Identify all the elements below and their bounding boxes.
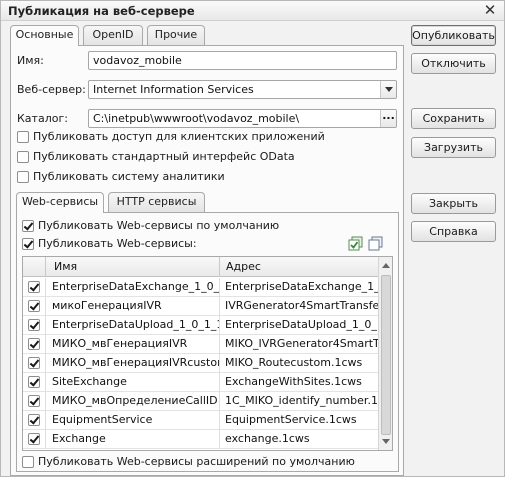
default-services-label: Публиковать Web-сервисы по умолчанию: [38, 219, 280, 232]
row-checkbox[interactable]: [28, 395, 40, 407]
row-name-cell: EnterpriseDataUpload_1_0_1_1: [52, 318, 219, 331]
webserver-value: Internet Information Services: [93, 83, 254, 96]
catalog-field[interactable]: C:\inetpub\wwwroot\vodavoz_mobile\ ...: [88, 109, 397, 128]
row-checkbox[interactable]: [28, 433, 40, 445]
close-icon[interactable]: ✕: [482, 2, 498, 18]
tab-main[interactable]: Основные: [10, 25, 79, 46]
publish-services-checkbox[interactable]: [22, 238, 34, 250]
table-row[interactable]: МИКО_мвГенерацияIVR MIKO_IVRGenerator4Sma…: [23, 335, 378, 354]
tab-openid[interactable]: OpenID: [83, 25, 143, 45]
title-bar: Публикация на веб-сервере ✕: [1, 1, 504, 21]
row-checkbox[interactable]: [28, 319, 40, 331]
disable-button[interactable]: Отключить: [411, 53, 496, 74]
table-row[interactable]: МИКО_мвГенерацияIVRcustom MIKO_Routecusto…: [23, 354, 378, 373]
row-name-cell: микоГенерацияIVR: [52, 299, 162, 312]
scroll-down-arrow-icon[interactable]: [382, 439, 390, 444]
ellipsis-icon[interactable]: ...: [380, 110, 396, 127]
uncheck-all-icon[interactable]: [368, 236, 383, 251]
webserver-select[interactable]: Internet Information Services: [88, 80, 397, 99]
dropdown-arrow-icon[interactable]: [380, 81, 396, 98]
save-button[interactable]: Сохранить: [411, 108, 496, 129]
row-checkbox[interactable]: [28, 357, 40, 369]
row-name-cell: EnterpriseDataExchange_1_0_1...: [52, 280, 219, 293]
name-field[interactable]: vodavoz_mobile: [88, 51, 397, 70]
table-row[interactable]: микоГенерацияIVR IVRGenerator4SmartTransf…: [23, 297, 378, 316]
tab-web-services[interactable]: Web-сервисы: [16, 192, 104, 213]
help-button[interactable]: Справка: [411, 221, 496, 242]
row-checkbox[interactable]: [28, 281, 40, 293]
client-apps-checkbox[interactable]: [17, 131, 29, 143]
default-services-checkbox[interactable]: [22, 220, 34, 232]
row-checkbox[interactable]: [28, 376, 40, 388]
row-name-cell: МИКО_мвОпределениеCallID: [52, 394, 218, 407]
column-address-header[interactable]: Адрес: [223, 257, 378, 277]
scroll-up-arrow-icon[interactable]: [382, 263, 390, 268]
table-row[interactable]: МИКО_мвОпределениеCallID 1C_MIKO_identify…: [23, 392, 378, 411]
tab-http-services[interactable]: HTTP сервисы: [108, 192, 205, 212]
table-row[interactable]: EnterpriseDataExchange_1_0_1... Enterpris…: [23, 278, 378, 297]
row-name-cell: SiteExchange: [52, 375, 127, 388]
row-checkbox[interactable]: [28, 338, 40, 350]
row-address-cell: IVRGenerator4SmartTransfer...: [225, 299, 378, 312]
close-button[interactable]: Закрыть: [411, 193, 496, 214]
publish-dialog: Публикация на веб-сервере ✕ Основные Ope…: [0, 0, 505, 477]
row-address-cell: ExchangeWithSites.1cws: [225, 375, 362, 388]
row-address-cell: MIKO_IVRGenerator4SmartTr...: [225, 337, 378, 350]
extensions-services-checkbox[interactable]: [22, 456, 34, 468]
analytics-label: Публиковать систему аналитики: [33, 170, 225, 183]
row-name-cell: МИКО_мвГенерацияIVR: [52, 337, 188, 350]
row-address-cell: exchange.1cws: [225, 432, 310, 445]
client-apps-label: Публиковать доступ для клиентских прилож…: [33, 130, 325, 143]
check-all-icon[interactable]: [348, 236, 363, 251]
row-name-cell: МИКО_мвГенерацияIVRcustom: [52, 356, 219, 369]
table-header: Имя Адрес: [23, 257, 378, 277]
catalog-value: C:\inetpub\wwwroot\vodavoz_mobile\: [93, 112, 300, 125]
publish-services-label: Публиковать Web-сервисы:: [38, 237, 197, 250]
analytics-checkbox[interactable]: [17, 171, 29, 183]
main-tab-panel: Имя: vodavoz_mobile Веб-сервер: Internet…: [10, 45, 404, 476]
table-row[interactable]: Exchange exchange.1cws: [23, 430, 378, 449]
row-address-cell: EquipmentService.1cws: [225, 413, 357, 426]
row-checkbox[interactable]: [28, 414, 40, 426]
odata-checkbox[interactable]: [17, 151, 29, 163]
name-label: Имя:: [17, 54, 44, 67]
row-checkbox[interactable]: [28, 300, 40, 312]
table-row[interactable]: SiteExchange ExchangeWithSites.1cws: [23, 373, 378, 392]
row-address-cell: EnterpriseDataUpload_1_0_1...: [225, 318, 378, 331]
web-services-panel: Публиковать Web-сервисы по умолчанию Пуб…: [16, 212, 399, 472]
publish-button[interactable]: Опубликовать: [411, 25, 496, 46]
table-row[interactable]: EquipmentService EquipmentService.1cws: [23, 411, 378, 430]
table-scrollbar[interactable]: [378, 257, 392, 450]
load-button[interactable]: Загрузить: [411, 137, 496, 158]
column-name-header[interactable]: Имя: [51, 257, 221, 277]
scroll-thumb[interactable]: [381, 275, 391, 435]
table-row[interactable]: EnterpriseDataUpload_1_0_1_1 EnterpriseDa…: [23, 316, 378, 335]
webserver-label: Веб-сервер:: [17, 83, 86, 96]
odata-label: Публиковать стандартный интерфейс OData: [33, 150, 295, 163]
web-services-table: Имя Адрес EnterpriseDataExchange_1_0_1..…: [22, 256, 393, 451]
row-name-cell: EquipmentService: [52, 413, 153, 426]
window-title: Публикация на веб-сервере: [8, 4, 195, 18]
row-address-cell: EnterpriseDataExchange_1_...: [225, 280, 378, 293]
row-name-cell: Exchange: [52, 432, 106, 445]
catalog-label: Каталог:: [17, 112, 68, 125]
row-address-cell: 1C_MIKO_identify_number.1c...: [225, 394, 378, 407]
extensions-services-label: Публиковать Web-сервисы расширений по ум…: [38, 455, 355, 468]
row-address-cell: MIKO_Routecustom.1cws: [225, 356, 363, 369]
tab-other[interactable]: Прочие: [147, 25, 205, 45]
